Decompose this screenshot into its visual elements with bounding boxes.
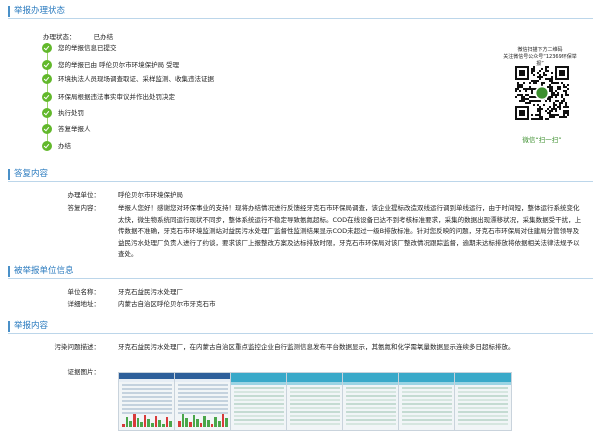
company-address-label: 详细地址：: [67, 300, 101, 308]
qr-code-image: [515, 66, 569, 120]
company-name-label: 单位名称：: [67, 288, 101, 296]
section-title: 举报内容: [14, 321, 49, 331]
pollution-desc-value: 牙克石益民污水处理厂，在内蒙古自治区重点监控企业自行监测信息发布平台数据显示，其…: [118, 343, 515, 351]
unit-label: 办理单位：: [67, 191, 101, 199]
status-line: 办理状态： 已办结: [43, 31, 113, 41]
timeline-step-label: 环保局根据违法事实审议并作出处罚决定: [58, 93, 175, 101]
section-marker: [8, 6, 10, 17]
section-divider: [8, 278, 593, 279]
timeline-step-label: 您的举报信息已提交: [58, 44, 117, 52]
reported-unit-section-header: 被举报单位信息: [0, 265, 599, 279]
reply-content-label: 答复内容：: [67, 204, 101, 212]
section-marker: [8, 169, 10, 180]
check-circle-icon: [42, 141, 52, 151]
status-label: 办理状态：: [43, 33, 76, 41]
check-circle-icon: [42, 124, 52, 134]
timeline-step-label: 执行处罚: [58, 109, 84, 117]
check-circle-icon: [42, 60, 52, 70]
status-section-header: 举报办理状态: [0, 5, 599, 19]
section-divider: [8, 18, 593, 19]
report-section-header: 举报内容: [0, 320, 599, 334]
check-circle-icon: [42, 108, 52, 118]
qr-code-icon: [515, 66, 569, 120]
company-address-value: 内蒙古自治区呼伦贝尔市牙克石市: [118, 300, 216, 308]
qr-caption-1: 微信扫描下方二维码: [517, 47, 563, 53]
timeline-step-label: 办结: [58, 142, 71, 150]
company-name-value: 牙克石益民污水处理厂: [118, 288, 183, 296]
reply-section-header: 答复内容: [0, 168, 599, 182]
evidence-image-thumbnail[interactable]: [398, 372, 456, 431]
timeline-step-label: 答复举报人: [58, 125, 91, 133]
section-divider: [8, 333, 593, 334]
evidence-image-thumbnail[interactable]: [174, 372, 232, 431]
check-circle-icon: [42, 92, 52, 102]
timeline-step-label: 环境执法人员现场调查取证、采样监测、收集违法证据: [58, 75, 214, 83]
section-title: 被举报单位信息: [14, 266, 74, 276]
section-marker: [8, 266, 10, 277]
evidence-image-thumbnail[interactable]: [454, 372, 512, 431]
section-divider: [8, 181, 593, 182]
unit-value: 呼伦贝尔市环境保护局: [118, 191, 183, 199]
status-value: 已办结: [93, 33, 114, 41]
evidence-image-thumbnail[interactable]: [118, 372, 176, 431]
section-title: 答复内容: [14, 169, 49, 179]
timeline-step-label: 您的举报已由 呼伦贝尔市环境保护局 受理: [58, 61, 180, 69]
check-circle-icon: [42, 43, 52, 53]
qr-footer: 微信“扫一扫”: [522, 136, 562, 144]
pollution-desc-label: 污染问题描述：: [54, 343, 101, 351]
section-marker: [8, 321, 10, 332]
evidence-image-thumbnail[interactable]: [230, 372, 288, 431]
evidence-image-thumbnail[interactable]: [286, 372, 344, 431]
evidence-image-thumbnail[interactable]: [342, 372, 400, 431]
evidence-images-label: 证据图片：: [67, 368, 101, 376]
check-circle-icon: [42, 74, 52, 84]
reply-content-value: 举报人您好！感谢您对环保事业的支持！现将办结情况进行反馈经牙克石市环保局调查，该…: [118, 204, 582, 258]
section-title: 举报办理状态: [14, 6, 66, 16]
